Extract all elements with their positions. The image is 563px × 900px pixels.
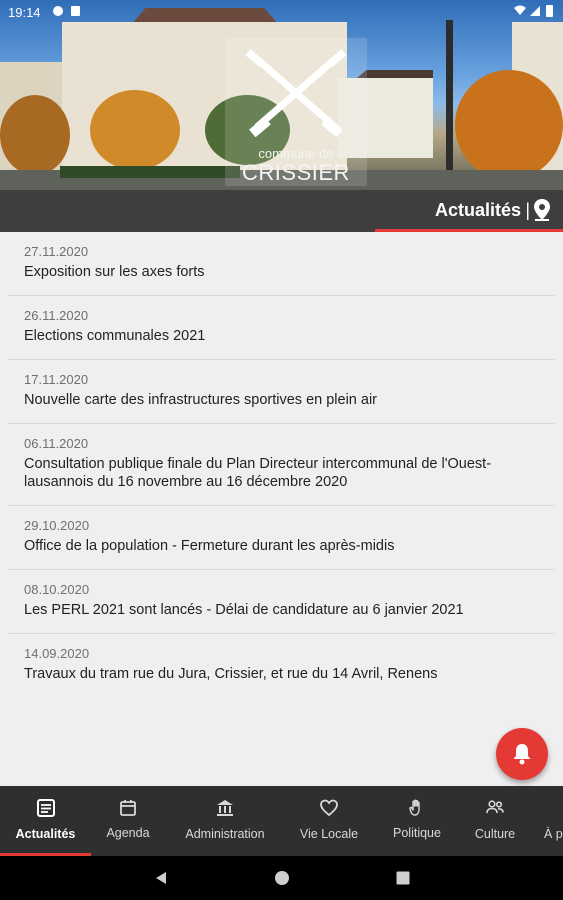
back-icon[interactable]: [153, 870, 169, 891]
heart-icon: [319, 798, 339, 818]
nav-vie-locale[interactable]: Vie Locale: [290, 786, 368, 856]
news-date: 14.09.2020: [24, 646, 90, 661]
location-pin-icon[interactable]: [531, 198, 553, 227]
logo-commune-text: commune de: [258, 146, 334, 161]
status-bar: 19:14: [0, 0, 563, 24]
section-title: Actualités: [434, 200, 521, 220]
nav-label: À p: [544, 827, 563, 841]
news-item[interactable]: 17.11.2020 Nouvelle carte des infrastruc…: [8, 360, 555, 424]
crissier-logo: commune de CRISSIER: [225, 38, 367, 186]
status-time: 19:14: [8, 5, 41, 20]
nav-culture[interactable]: Culture: [463, 786, 527, 856]
nav-actualites[interactable]: Actualités: [0, 786, 91, 856]
people-icon: [485, 798, 505, 818]
news-title: Nouvelle carte des infrastructures sport…: [24, 392, 377, 408]
nav-administration[interactable]: Administration: [173, 786, 277, 856]
news-item[interactable]: 26.11.2020 Elections communales 2021: [8, 296, 555, 360]
news-date: 26.11.2020: [24, 308, 89, 323]
news-date: 29.10.2020: [24, 518, 90, 533]
nav-politique[interactable]: Politique: [382, 786, 452, 856]
newspaper-icon: [36, 798, 56, 818]
news-item[interactable]: 14.09.2020 Travaux du tram rue du Jura, …: [8, 634, 555, 697]
news-item[interactable]: 27.11.2020 Exposition sur les axes forts: [8, 232, 555, 296]
title-separator: |: [525, 200, 530, 220]
news-title: Exposition sur les axes forts: [24, 264, 205, 280]
news-date: 17.11.2020: [24, 372, 89, 387]
news-title: Office de la population - Fermeture dura…: [24, 538, 395, 554]
section-header: Actualités |: [0, 190, 563, 232]
nav-label: Actualités: [15, 827, 76, 841]
nav-label: Culture: [474, 827, 516, 841]
news-date: 06.11.2020: [24, 436, 89, 451]
news-title: Elections communales 2021: [24, 328, 206, 344]
news-list: 27.11.2020 Exposition sur les axes forts…: [0, 232, 563, 785]
logo-crissier-text: CRISSIER: [242, 160, 350, 185]
news-date: 08.10.2020: [24, 582, 90, 597]
notification-icons: [52, 5, 82, 20]
news-item[interactable]: 29.10.2020 Office de la population - Fer…: [8, 506, 555, 570]
nav-label: Politique: [393, 826, 441, 840]
header-photo: commune de CRISSIER: [0, 0, 563, 190]
nav-agenda[interactable]: Agenda: [91, 786, 165, 856]
system-status-icons: [513, 4, 555, 21]
nav-label: Administration: [185, 827, 265, 841]
news-title: Les PERL 2021 sont lancés - Délai de can…: [24, 602, 464, 618]
hand-icon: [407, 798, 427, 818]
nav-more[interactable]: À p: [540, 786, 563, 856]
nav-label: Vie Locale: [299, 827, 359, 841]
system-navigation-bar: [0, 856, 563, 900]
recents-icon[interactable]: [395, 870, 411, 891]
news-item[interactable]: 06.11.2020 Consultation publique finale …: [8, 424, 555, 506]
bottom-navigation: Actualités Agenda Administration Vie Loc…: [0, 786, 563, 856]
calendar-icon: [118, 798, 138, 818]
news-date: 27.11.2020: [24, 244, 89, 259]
news-item[interactable]: 08.10.2020 Les PERL 2021 sont lancés - D…: [8, 570, 555, 634]
building-icon: [215, 798, 235, 818]
news-title: Travaux du tram rue du Jura, Crissier, e…: [24, 666, 438, 682]
home-icon[interactable]: [274, 870, 290, 891]
nav-label: Agenda: [106, 826, 150, 840]
notifications-button[interactable]: [496, 728, 548, 780]
news-title: Consultation publique finale du Plan Dir…: [24, 456, 492, 490]
